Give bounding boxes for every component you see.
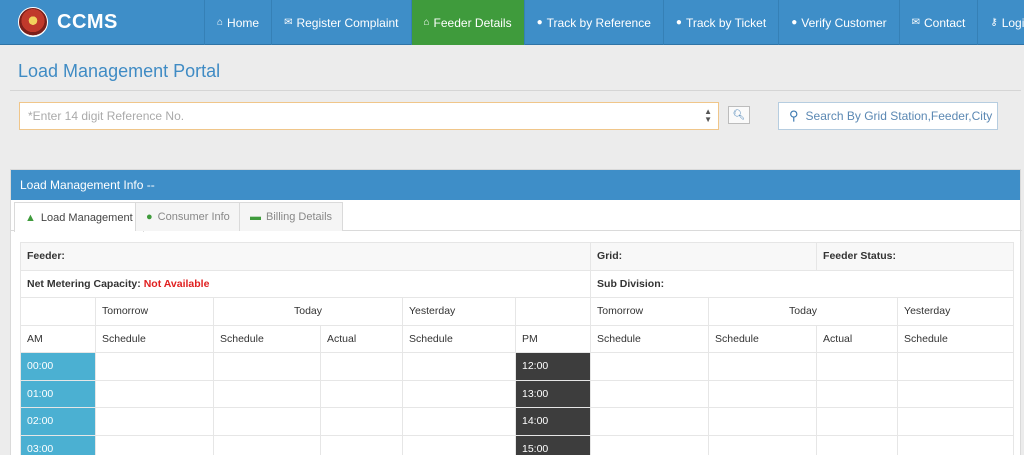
logo-icon bbox=[18, 7, 48, 37]
am-time-cell: 01:00 bbox=[20, 379, 96, 408]
col-schedule: Schedule bbox=[590, 324, 710, 353]
key-icon: ⚷ bbox=[990, 17, 998, 28]
search-icon: ⚲ bbox=[789, 108, 799, 123]
table-row: 00:00 12:00 bbox=[20, 352, 1015, 381]
net-metering-label: Net Metering Capacity: bbox=[27, 277, 141, 290]
am-time-cell: 02:00 bbox=[20, 407, 96, 436]
grid-search-button[interactable]: ⚲ Search By Grid Station,Feeder,City bbox=[778, 102, 998, 130]
header-yesterday: Yesterday bbox=[897, 297, 1015, 326]
nav-track-by-ticket[interactable]: ● Track by Ticket bbox=[662, 0, 778, 45]
pm-time-cell: 14:00 bbox=[514, 407, 592, 436]
sub-division-label: Sub Division: bbox=[597, 277, 665, 290]
am-label: AM bbox=[20, 324, 96, 353]
nav-verify-customer[interactable]: ● Verify Customer bbox=[778, 0, 898, 45]
pm-time-cell: 15:00 bbox=[514, 434, 592, 455]
tab-load-management[interactable]: ▲ Load Management bbox=[14, 202, 144, 232]
nav-register-complaint[interactable]: ✉ Register Complaint bbox=[271, 0, 410, 45]
am-time-cell: 03:00 bbox=[20, 434, 96, 455]
comment-icon: ● bbox=[791, 17, 798, 28]
day-header-row: Tomorrow Today Yesterday Tomorrow Today … bbox=[20, 297, 1015, 326]
feeder-label: Feeder: bbox=[27, 250, 65, 263]
reference-placeholder: *Enter 14 digit Reference No. bbox=[28, 109, 185, 123]
user-icon: ● bbox=[146, 211, 153, 223]
col-schedule: Schedule bbox=[402, 324, 516, 353]
brand-name: CCMS bbox=[57, 10, 118, 33]
feeder-status-label: Feeder Status: bbox=[823, 250, 896, 263]
search-icon: 🔍︎ bbox=[732, 109, 746, 121]
page-title: Load Management Portal bbox=[18, 61, 221, 81]
info-row-feeder: Feeder: Grid: Feeder Status: bbox=[19, 242, 1015, 271]
comment-icon: ● bbox=[675, 17, 682, 28]
tab-billing-details[interactable]: ▬ Billing Details bbox=[239, 202, 344, 231]
sub-header-row: AM Schedule Schedule Actual Schedule PM … bbox=[20, 324, 1015, 353]
pm-time-cell: 12:00 bbox=[514, 352, 592, 381]
tab-consumer-info[interactable]: ● Consumer Info bbox=[135, 202, 241, 231]
col-schedule: Schedule bbox=[95, 324, 214, 353]
divider bbox=[10, 90, 1021, 91]
grid-search-label: Search By Grid Station,Feeder,City bbox=[805, 109, 993, 123]
envelope-icon: ✉ bbox=[911, 17, 920, 28]
nav-home[interactable]: ⌂ Home bbox=[204, 0, 271, 45]
header-tomorrow: Tomorrow bbox=[95, 297, 214, 326]
road-icon: ▲ bbox=[25, 211, 36, 224]
nav-login[interactable]: ⚷Login bbox=[977, 0, 1024, 45]
number-spinner[interactable]: ▲ ▼ bbox=[704, 108, 712, 124]
net-metering-value: Not Available bbox=[143, 277, 210, 290]
nav-feeder-details[interactable]: ⌂ Feeder Details bbox=[410, 0, 524, 45]
credit-card-icon: ▬ bbox=[250, 211, 261, 223]
table-row: 01:00 13:00 bbox=[20, 379, 1015, 408]
col-schedule: Schedule bbox=[897, 324, 1015, 353]
col-actual: Actual bbox=[816, 324, 899, 353]
top-navbar: CCMS ⌂ Home ✉ Register Complaint ⌂ Feeder D… bbox=[0, 0, 1024, 45]
col-schedule: Schedule bbox=[213, 324, 321, 353]
reference-search-button[interactable]: 🔍︎ bbox=[728, 106, 750, 124]
comment-icon: ● bbox=[536, 17, 543, 28]
table-row: 02:00 14:00 bbox=[20, 407, 1015, 436]
load-schedule-table: Feeder: Grid: Feeder Status: Net Meterin… bbox=[19, 242, 1015, 455]
panel-tabs: ▲ Load Management ● Consumer Info ▬ Billing… bbox=[11, 201, 1022, 232]
brand[interactable]: CCMS bbox=[18, 6, 118, 38]
pm-label: PM bbox=[514, 324, 592, 353]
header-today: Today bbox=[213, 297, 403, 326]
reference-number-input[interactable]: *Enter 14 digit Reference No. ▲ ▼ bbox=[19, 102, 719, 130]
col-schedule: Schedule bbox=[708, 324, 818, 353]
col-actual: Actual bbox=[320, 324, 403, 353]
home-icon: ⌂ bbox=[217, 17, 224, 28]
header-today: Today bbox=[708, 297, 899, 326]
am-time-cell: 00:00 bbox=[20, 352, 96, 381]
nav-track-by-reference[interactable]: ● Track by Reference bbox=[523, 0, 663, 45]
home-icon: ⌂ bbox=[423, 17, 430, 28]
grid-label: Grid: bbox=[597, 250, 623, 263]
main-nav: ⌂ Home ✉ Register Complaint ⌂ Feeder Detail… bbox=[204, 0, 1024, 45]
header-tomorrow: Tomorrow bbox=[590, 297, 710, 326]
portal-header: Load Management Portal *Enter 14 digit R… bbox=[10, 49, 1021, 159]
load-management-panel: Load Management Info -- ▲ Load Management… bbox=[10, 169, 1022, 455]
pm-time-cell: 13:00 bbox=[514, 379, 592, 408]
table-row: 03:00 15:00 bbox=[20, 434, 1015, 455]
header-yesterday: Yesterday bbox=[402, 297, 516, 326]
nav-contact[interactable]: ✉ Contact bbox=[898, 0, 978, 45]
info-row-net-metering: Net Metering Capacity: Not Available Sub… bbox=[19, 269, 1015, 298]
comments-icon: ✉ bbox=[284, 17, 293, 28]
panel-title: Load Management Info -- bbox=[11, 170, 1020, 200]
